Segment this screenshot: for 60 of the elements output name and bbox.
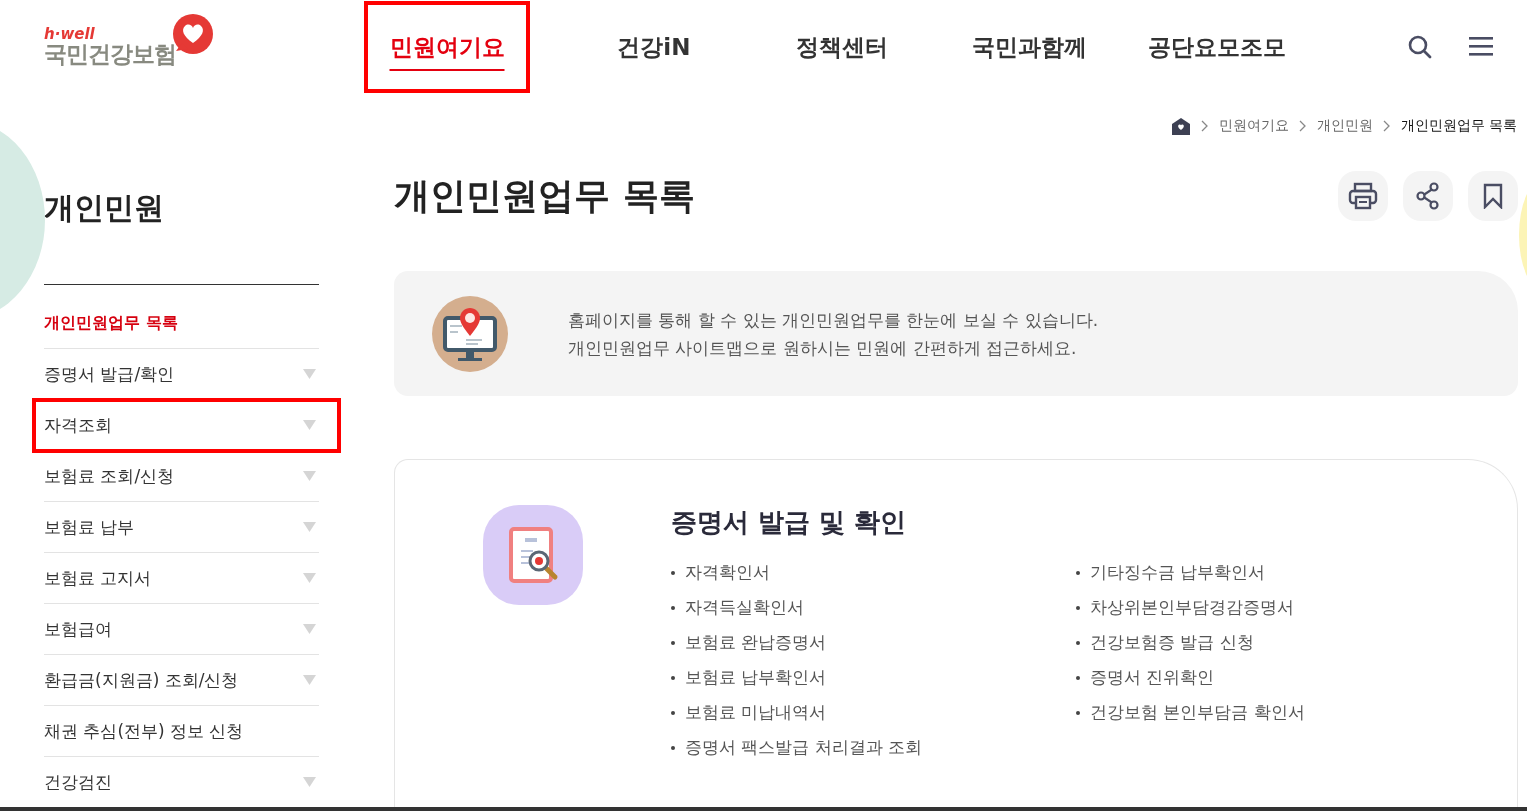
print-button[interactable] xyxy=(1338,171,1388,221)
sidebar-item[interactable]: 채권 추심(전부) 정보 신청 xyxy=(44,706,319,757)
sidebar-item[interactable]: 보험료 납부 xyxy=(44,502,319,553)
page-title: 개인민원업무 목록 xyxy=(394,173,695,218)
sidebar-item-label: 보험료 납부 xyxy=(44,515,135,539)
sidebar-item[interactable]: 증명서 발급/확인 xyxy=(44,349,319,400)
logo[interactable]: h·well 국민건강보험 xyxy=(44,13,364,67)
sidebar-item-label: 건강검진 xyxy=(44,770,112,794)
sidebar-item[interactable]: 환급금(지원금) 조회/신청 xyxy=(44,655,319,706)
bookmark-icon xyxy=(1482,183,1504,209)
service-link[interactable]: 보험료 납부확인서 xyxy=(671,660,1076,695)
sidebar-item[interactable]: 보험료 고지서 xyxy=(44,553,319,604)
service-link[interactable]: 건강보험증 발급 신청 xyxy=(1076,625,1481,660)
nav-tab[interactable]: 민원여기요 xyxy=(364,1,530,93)
service-link[interactable]: 증명서 진위확인 xyxy=(1076,660,1481,695)
sidebar-item-label: 환급금(지원금) 조회/신청 xyxy=(44,668,239,692)
search-icon[interactable] xyxy=(1407,34,1433,60)
section-title: 증명서 발급 및 확인 xyxy=(671,506,908,539)
sidebar-item[interactable]: 보험료 조회/신청 xyxy=(44,451,319,502)
sidebar-item-label: 개인민원업무 목록 xyxy=(44,312,178,334)
nav-tab[interactable]: 공단요모조모 xyxy=(1123,1,1311,93)
sidebar-item-label: 증명서 발급/확인 xyxy=(44,362,175,386)
logo-name: 국민건강보험 xyxy=(44,41,176,67)
monitor-pin-icon xyxy=(432,295,508,372)
menu-icon[interactable] xyxy=(1469,36,1495,58)
sidebar-item-label: 보험료 조회/신청 xyxy=(44,464,175,488)
share-button[interactable] xyxy=(1403,171,1453,221)
logo-tagline: h·well xyxy=(44,27,96,41)
sidebar-item-label: 보험급여 xyxy=(44,617,112,641)
service-link[interactable]: 보험료 완납증명서 xyxy=(671,625,1076,660)
sidebar-item[interactable]: 개인민원업무 목록 xyxy=(44,298,319,349)
sidebar-title: 개인민원 xyxy=(44,189,165,227)
print-icon xyxy=(1348,182,1378,210)
chevron-icon xyxy=(1382,120,1391,132)
sidebar-item[interactable]: 보험급여 xyxy=(44,604,319,655)
breadcrumb-link[interactable]: 민원여기요 xyxy=(1218,117,1289,135)
home-icon[interactable] xyxy=(1170,117,1191,135)
intro-text: 홈페이지를 통해 할 수 있는 개인민원업무를 한눈에 보실 수 있습니다. xyxy=(568,308,1099,332)
sidebar-item-label: 보험료 고지서 xyxy=(44,566,152,590)
sidebar-item-label: 채권 추심(전부) 정보 신청 xyxy=(44,719,244,743)
service-link[interactable]: 기타징수금 납부확인서 xyxy=(1076,555,1481,590)
nav-tab[interactable]: 정책센터 xyxy=(747,1,936,93)
share-icon xyxy=(1415,182,1441,210)
intro-text: 개인민원업무 사이트맵으로 원하시는 민원에 간편하게 접근하세요. xyxy=(568,336,1078,360)
service-link[interactable]: 차상위본인부담경감증명서 xyxy=(1076,590,1481,625)
service-link[interactable]: 보험료 미납내역서 xyxy=(671,695,1076,730)
service-link[interactable]: 건강보험 본인부담금 확인서 xyxy=(1076,695,1481,730)
sidebar-item[interactable]: 자격조회 xyxy=(34,400,339,451)
breadcrumb-link[interactable]: 개인민원 xyxy=(1316,117,1373,135)
document-search-icon xyxy=(483,505,583,605)
chevron-icon xyxy=(1298,120,1307,132)
service-link[interactable]: 자격득실확인서 xyxy=(671,590,1076,625)
nav-tab[interactable]: 국민과함께 xyxy=(935,1,1124,93)
service-link[interactable]: 증명서 팩스발급 처리결과 조회 xyxy=(671,730,1076,765)
nav-tab[interactable]: 건강iN xyxy=(560,1,748,93)
breadcrumb-link[interactable]: 개인민원업무 목록 xyxy=(1400,117,1517,135)
sidebar-item-label: 자격조회 xyxy=(44,413,112,437)
chevron-icon xyxy=(1200,120,1209,132)
bookmark-button[interactable] xyxy=(1468,171,1518,221)
service-link[interactable]: 자격확인서 xyxy=(671,555,1076,590)
